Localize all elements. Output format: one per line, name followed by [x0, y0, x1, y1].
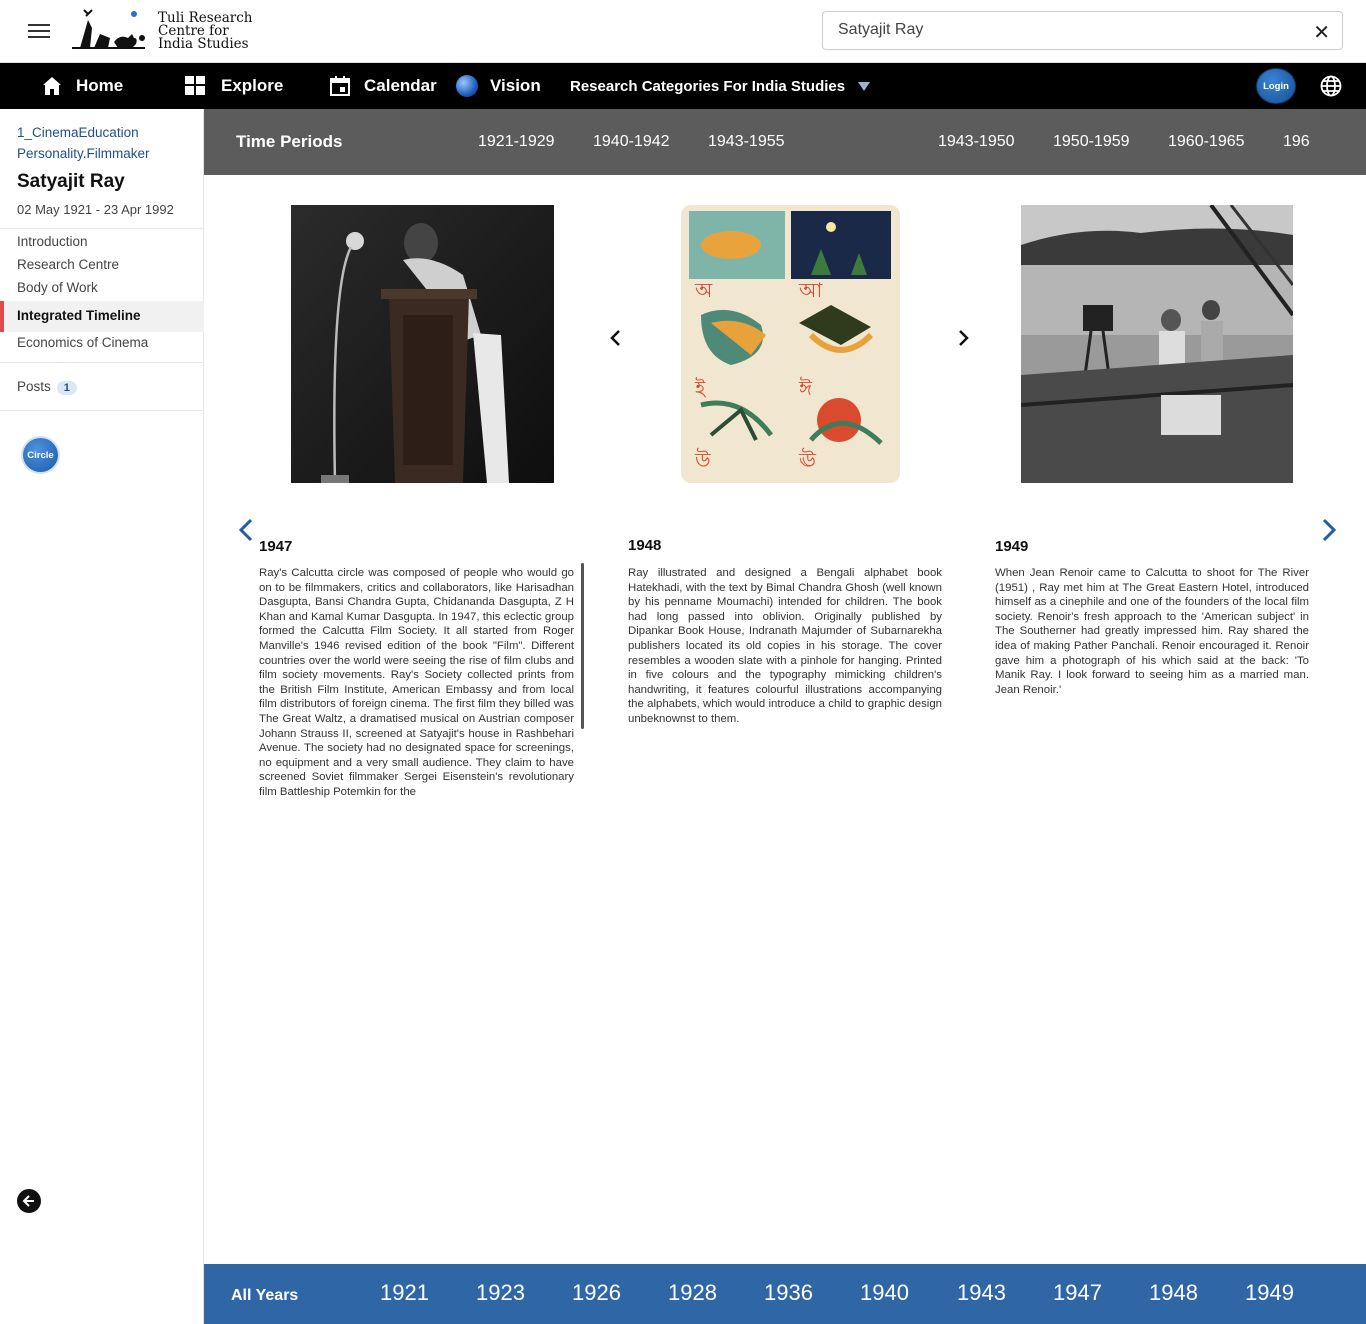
sidebar-item-body-of-work[interactable]: Body of Work — [17, 280, 98, 295]
life-dates: 02 May 1921 - 23 Apr 1992 — [17, 202, 174, 217]
nav-vision[interactable]: Vision — [456, 63, 541, 109]
back-arrow-icon[interactable] — [17, 1189, 41, 1213]
svg-text:উ: উ — [694, 448, 711, 472]
svg-text:ঊ: ঊ — [798, 448, 817, 472]
page-title: Satyajit Ray — [17, 171, 125, 192]
sidebar-item-introduction[interactable]: Introduction — [17, 234, 88, 249]
year-link[interactable]: 1943 — [957, 1280, 1006, 1306]
divider — [0, 362, 204, 363]
nav-calendar-label: Calendar — [364, 76, 437, 95]
breadcrumb[interactable]: 1_CinemaEducation Personality.Filmmaker — [17, 122, 150, 164]
close-icon[interactable]: ✕ — [1313, 20, 1330, 45]
all-years-bar: All Years 1921 1923 1926 1928 1936 1940 … — [204, 1264, 1366, 1324]
year-link[interactable]: 1923 — [476, 1280, 525, 1306]
tuli-logo[interactable] — [70, 8, 150, 54]
nav-explore-label: Explore — [221, 76, 284, 95]
nav-research-categories[interactable]: Research Categories For India Studies — [570, 63, 871, 109]
svg-text:ই: ই — [694, 376, 707, 400]
period-tab[interactable]: 1940-1942 — [593, 133, 670, 151]
vision-orb-icon — [456, 75, 478, 97]
sidebar-item-research-centre[interactable]: Research Centre — [17, 257, 119, 272]
time-periods-bar: Time Periods 1921-1929 1940-1942 1943-19… — [204, 109, 1366, 175]
chevron-right-icon[interactable] — [957, 328, 971, 353]
svg-text:ঈ: ঈ — [798, 376, 813, 400]
entry-scrollbar[interactable] — [581, 563, 584, 729]
sidebar: 1_CinemaEducation Personality.Filmmaker … — [0, 109, 204, 1324]
nav-explore[interactable]: Explore — [185, 63, 283, 109]
period-tab[interactable]: 1921-1929 — [478, 133, 555, 151]
entry-text: When Jean Renoir came to Calcutta to sho… — [995, 567, 1309, 696]
nav-vision-label: Vision — [490, 76, 541, 95]
time-periods-title: Time Periods — [236, 132, 343, 151]
nav-home[interactable]: Home — [42, 63, 123, 109]
login-button[interactable]: Login — [1256, 68, 1296, 104]
search-input[interactable] — [838, 21, 1298, 39]
calendar-icon — [330, 76, 350, 96]
nav-research-label: Research Categories For India Studies — [570, 77, 846, 95]
main-nav: Home Explore Calendar Vision Research Ca… — [0, 63, 1366, 109]
entry-year: 1949 — [995, 538, 1029, 555]
nav-calendar[interactable]: Calendar — [330, 63, 437, 109]
search-box: ✕ — [822, 11, 1343, 50]
breadcrumb-subcategory[interactable]: Personality.Filmmaker — [17, 143, 150, 164]
year-link[interactable]: 1928 — [668, 1280, 717, 1306]
breadcrumb-category[interactable]: 1_CinemaEducation — [17, 122, 150, 143]
year-link[interactable]: 1949 — [1245, 1280, 1294, 1306]
svg-text:অ: অ — [694, 278, 713, 302]
year-link[interactable]: 1921 — [380, 1280, 429, 1306]
period-tab[interactable]: 1950-1959 — [1053, 133, 1130, 151]
home-icon — [42, 76, 62, 96]
sidebar-item-economics-of-cinema[interactable]: Economics of Cinema — [17, 335, 148, 350]
divider — [0, 410, 204, 411]
sidebar-item-integrated-timeline[interactable]: Integrated Timeline — [0, 301, 204, 332]
timeline-next-chevron-icon[interactable] — [1320, 517, 1338, 548]
sidebar-item-label: Integrated Timeline — [17, 308, 141, 323]
year-link[interactable]: 1947 — [1053, 1280, 1102, 1306]
hamburger-menu-icon[interactable] — [28, 20, 50, 42]
photo-ray-lectern[interactable] — [291, 205, 554, 483]
grid-icon — [185, 76, 207, 96]
svg-text:আ: আ — [798, 278, 823, 302]
year-link[interactable]: 1948 — [1149, 1280, 1198, 1306]
period-tab[interactable]: 196 — [1283, 133, 1310, 151]
entry-text: Ray's Calcutta circle was composed of pe… — [259, 567, 574, 798]
top-header: Tuli Research Centre for India Studies ✕ — [0, 0, 1366, 63]
posts-label: Posts — [17, 379, 51, 394]
chevron-left-icon[interactable] — [608, 328, 622, 353]
period-tab[interactable]: 1960-1965 — [1168, 133, 1245, 151]
period-tab[interactable]: 1943-1950 — [938, 133, 1015, 151]
period-tab[interactable]: 1943-1955 — [708, 133, 785, 151]
caret-down-icon — [858, 81, 871, 91]
logo-line-3: India Studies — [158, 36, 249, 52]
photo-hatekhadi-alphabet-book[interactable]: অ আ ই ঈ উ ঊ — [681, 205, 900, 483]
posts-link[interactable]: Posts 1 — [17, 379, 77, 395]
year-link[interactable]: 1936 — [764, 1280, 813, 1306]
entry-text: Ray illustrated and designed a Bengali a… — [628, 567, 942, 725]
logo-text[interactable]: Tuli Research Centre for India Studies — [158, 11, 252, 52]
posts-count-badge: 1 — [56, 381, 77, 395]
globe-icon[interactable] — [1320, 75, 1342, 102]
entry-year: 1948 — [628, 537, 662, 554]
all-years-title[interactable]: All Years — [231, 1287, 298, 1305]
year-link[interactable]: 1940 — [860, 1280, 909, 1306]
photo-renoir-river-shoot[interactable] — [1021, 205, 1293, 483]
divider — [0, 228, 204, 229]
entry-year: 1947 — [259, 538, 293, 555]
nav-home-label: Home — [76, 76, 124, 95]
circle-button[interactable]: Circle — [21, 436, 60, 474]
timeline-prev-chevron-icon[interactable] — [237, 517, 255, 548]
year-link[interactable]: 1926 — [572, 1280, 621, 1306]
